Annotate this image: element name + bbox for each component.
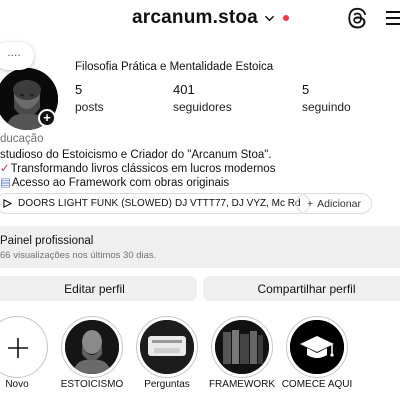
lock-icon: [0, 10, 2, 28]
edit-profile-button[interactable]: Editar perfil: [0, 276, 197, 301]
account-switcher[interactable]: arcanum.stoa: [132, 6, 289, 30]
bio-text: Transformando livros clássicos em lucros…: [10, 163, 276, 175]
highlight-framework[interactable]: [211, 316, 273, 378]
professional-dashboard[interactable]: [0, 226, 400, 268]
highlight-label: COMECE AQUI: [281, 379, 353, 390]
question-box-image: [140, 320, 194, 374]
stat-label: posts: [75, 100, 104, 114]
stat-label: seguindo: [302, 100, 351, 114]
profile-display-name: Filosofia Prática e Mentalidade Estoica: [75, 61, 274, 73]
threads-icon[interactable]: [346, 7, 368, 29]
highlight-estoicismo[interactable]: [61, 316, 123, 378]
play-icon: [3, 199, 12, 208]
plus-icon: [8, 338, 28, 358]
highlight-comece-aqui[interactable]: [286, 316, 348, 378]
bio-line: studioso do Estoicismo e Criador do "Arc…: [0, 148, 275, 162]
menu-icon[interactable]: [386, 10, 400, 26]
profile-music-chip[interactable]: DOORS LIGHT FUNK (SLOWED) DJ VTTT77, DJ …: [0, 193, 310, 214]
check-icon: ✓: [0, 163, 10, 175]
bio-line: ✓Transformando livros clássicos em lucro…: [0, 162, 275, 176]
highlight-label: FRAMEWORK: [208, 379, 276, 390]
highlight-label: ESTOICISMO: [60, 379, 124, 390]
profile-category: ducação: [0, 133, 44, 145]
professional-dashboard-title: Painel profissional: [0, 235, 94, 247]
add-story-icon[interactable]: +: [38, 109, 56, 127]
stat-value: 401: [173, 82, 195, 97]
professional-dashboard-subtitle: 66 visualizações nos últimos 30 dias.: [0, 250, 157, 261]
highlight-label: Novo: [5, 379, 29, 390]
bio-line: ▤Acesso ao Framework com obras originais: [0, 176, 275, 190]
bust-image: [65, 320, 119, 374]
music-artists: DJ VTTT77, DJ VYZ, Mc Rd: [175, 198, 301, 209]
profile-bio: studioso do Estoicismo e Criador do "Arc…: [0, 148, 275, 190]
notification-dot: [282, 15, 289, 21]
stat-following[interactable]: 5 seguindo: [302, 82, 351, 114]
new-highlight-button[interactable]: [0, 316, 48, 378]
graduation-cap-icon: [290, 320, 344, 374]
stat-label: seguidores: [173, 100, 232, 114]
music-title: DOORS LIGHT FUNK (SLOWED): [18, 198, 172, 209]
add-link-button[interactable]: + Adicionar: [296, 193, 372, 214]
highlight-perguntas[interactable]: [136, 316, 198, 378]
plus-icon: +: [307, 197, 314, 210]
add-label: Adicionar: [317, 197, 361, 210]
note-bubble[interactable]: ....: [0, 42, 34, 70]
book-stack-image: [215, 320, 269, 374]
username: arcanum.stoa: [132, 7, 258, 28]
chevron-down-icon: [265, 15, 274, 21]
stat-value: 5: [75, 82, 83, 97]
bio-text: Acesso ao Framework com obras originais: [11, 177, 230, 189]
stat-posts[interactable]: 5 posts: [75, 82, 104, 114]
stat-value: 5: [302, 82, 310, 97]
stat-followers[interactable]: 401 seguidores: [173, 82, 232, 114]
highlight-label: Perguntas: [144, 379, 190, 390]
share-profile-button[interactable]: Compartilhar perfil: [203, 276, 400, 301]
bio-text: studioso do Estoicismo e Criador do "Arc…: [0, 149, 272, 161]
books-icon: ▤: [0, 177, 11, 189]
